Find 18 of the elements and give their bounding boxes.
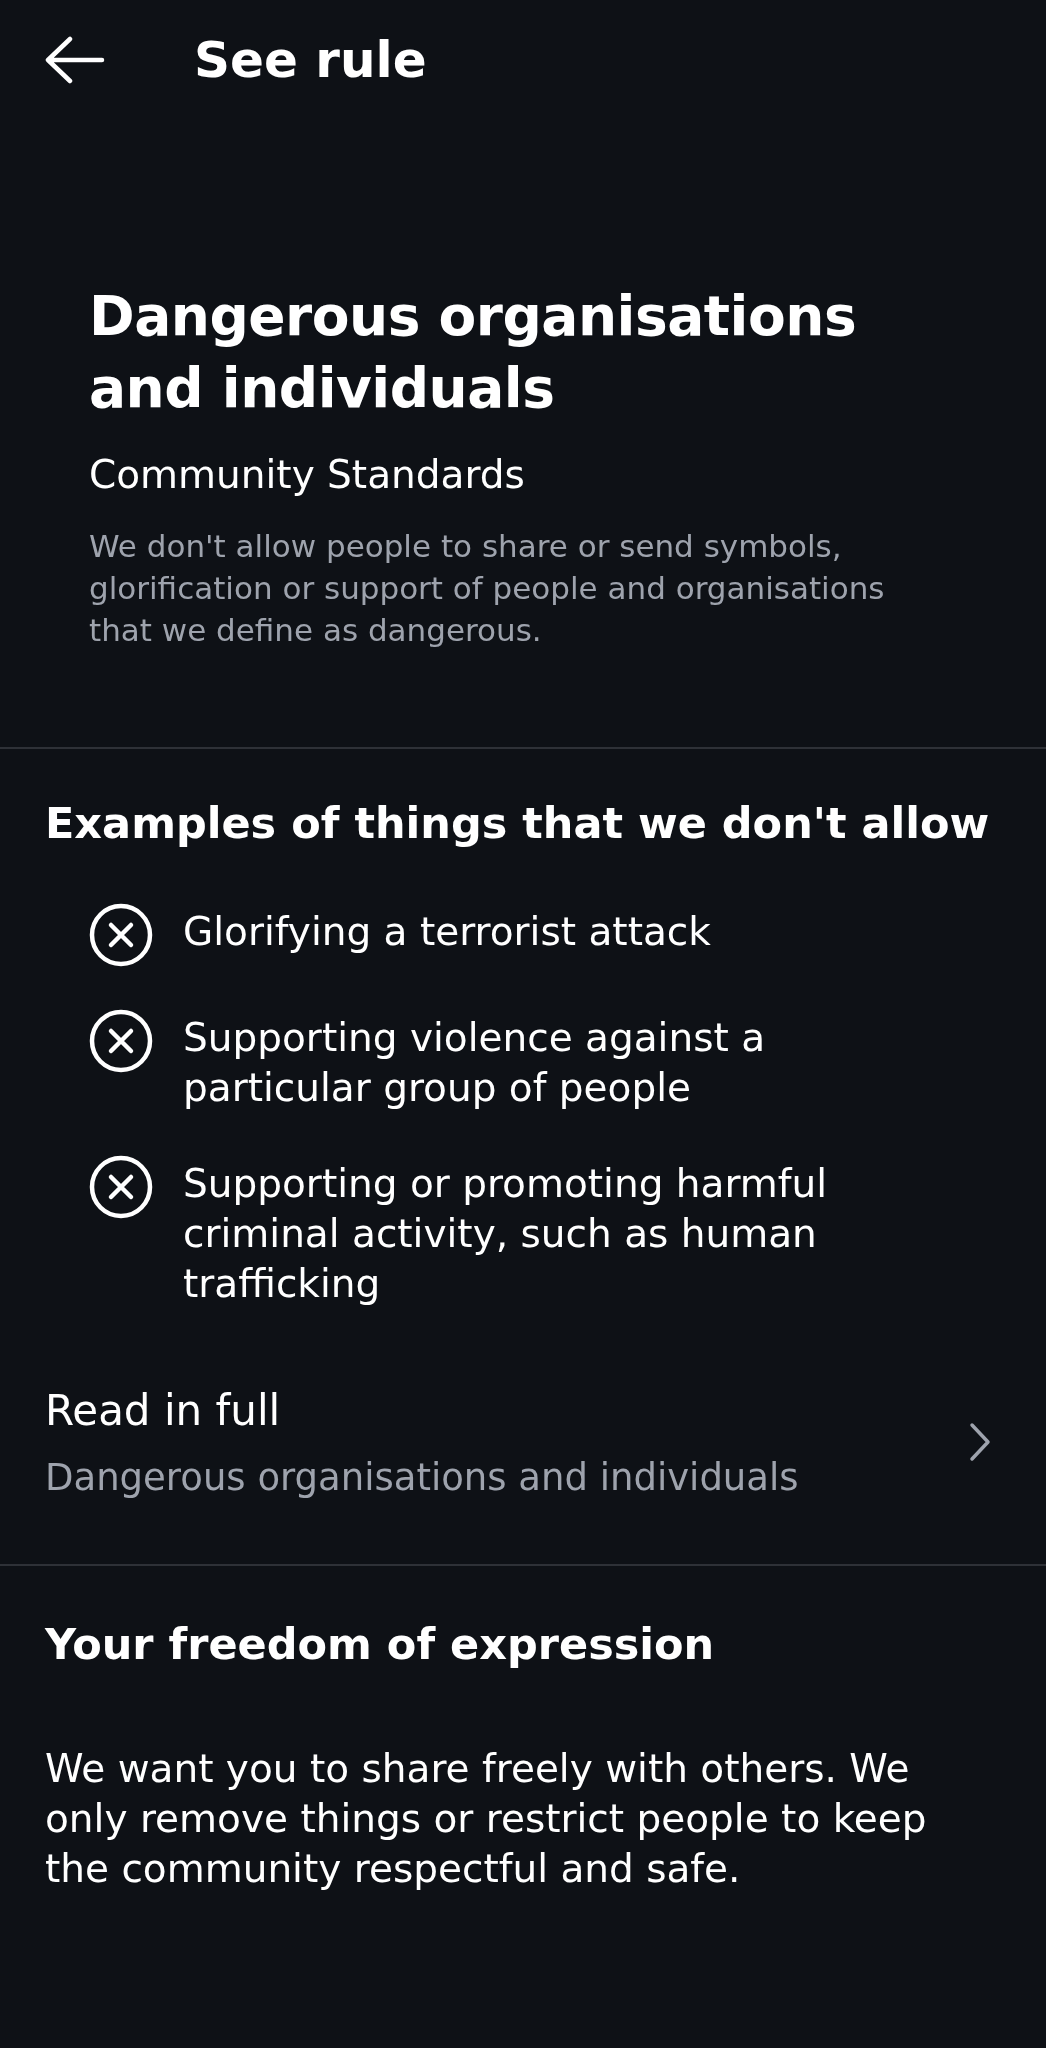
rule-source: Community Standards — [89, 451, 526, 499]
example-text: Glorifying a terrorist attack — [183, 908, 712, 956]
section-heading: Your freedom of expression — [45, 1617, 716, 1671]
section-heading: Examples of things that we don't allow — [45, 796, 991, 850]
link-label: Read in full — [45, 1385, 282, 1437]
read-in-full-link[interactable]: Read in full Dangerous organisations and individuals — [0, 1309, 1046, 1564]
example-text: Supporting violence against a particular group of people — [183, 1014, 767, 1112]
rule-description: We don't allow people to share or send symbols, glorification or support of people and organisations that we define as dangerous. — [89, 526, 886, 650]
freedom-paragraph: We want you to share freely with others. We only remove things or restrict people to keep the community respectful and safe. — [45, 1745, 928, 1893]
cross-circle-icon — [89, 1155, 153, 1219]
back-arrow-icon — [44, 36, 106, 84]
rule-title: Dangerous organisations and individuals — [89, 283, 858, 422]
page-title: See rule — [194, 29, 427, 91]
example-text: Supporting or promoting harmful criminal activity, such as human trafficking — [183, 1160, 829, 1308]
cross-circle-icon — [89, 903, 153, 967]
link-subtitle: Dangerous organisations and individuals — [45, 1455, 799, 1501]
cross-circle-icon — [89, 1009, 153, 1073]
chevron-right-icon — [969, 1422, 991, 1463]
